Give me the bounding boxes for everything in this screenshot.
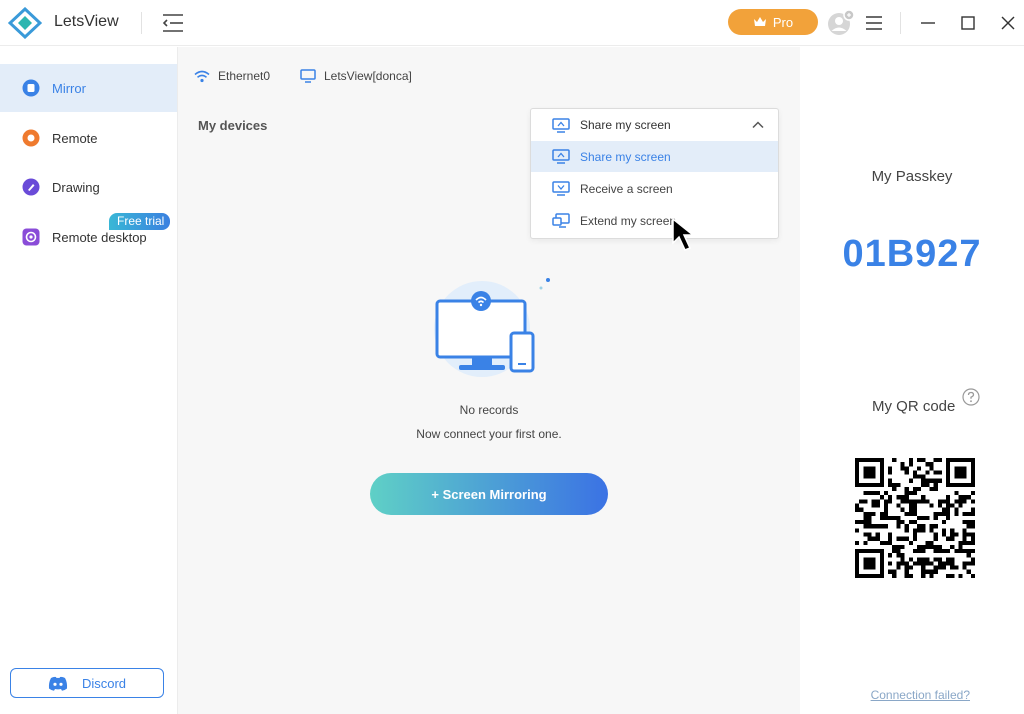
mirror-icon [22,79,40,97]
sidebar-item-label: Remote desktop [52,229,147,245]
dropdown-option-label: Share my screen [580,149,671,164]
monitor-icon [300,69,316,83]
share-screen-icon [552,149,570,164]
sidebar: Mirror Remote Drawing Remote desktop Fre… [0,47,178,714]
close-icon[interactable] [994,9,1022,37]
discord-button[interactable]: Discord [10,668,164,698]
empty-state-title: No records [459,403,519,417]
dropdown-selected-label: Share my screen [580,118,671,132]
screen-mirroring-button[interactable]: + Screen Mirroring [370,473,608,515]
sidebar-item-label: Remote [52,130,98,146]
dropdown-option-label: Extend my screen [580,213,677,228]
passkey-title: My Passkey [871,168,953,185]
remote-icon [22,129,40,147]
passkey-value: 01B927 [842,233,982,275]
window-controls-divider [900,12,901,34]
dropdown-option-share[interactable]: Share my screen [531,141,778,172]
main-area: Ethernet0 LetsView[donca] My devices Sha… [178,47,800,714]
wifi-icon [194,70,210,82]
dropdown-selected[interactable]: Share my screen [531,109,778,141]
help-icon[interactable] [962,388,980,406]
sidebar-item-label: Drawing [52,179,100,195]
collapse-sidebar-icon[interactable] [160,11,186,35]
pro-button[interactable]: Pro [728,9,818,35]
user-avatar-icon[interactable] [826,9,856,37]
sidebar-item-label: Mirror [52,80,86,96]
menu-icon[interactable] [862,11,886,35]
qr-code [855,458,975,578]
title-bar: LetsView Pro [0,0,1024,46]
maximize-icon[interactable] [954,9,982,37]
connection-failed-link[interactable]: Connection failed? [800,688,1024,702]
crown-icon [753,17,766,26]
dropdown-option-extend[interactable]: Extend my screen [531,205,778,236]
app-title: LetsView [54,13,119,30]
extend-screen-icon [552,213,570,228]
pro-label: Pro [772,14,794,30]
section-title: My devices [198,118,268,133]
right-panel: My Passkey 01B927 My QR code Connection … [800,47,1024,714]
remote-desktop-icon [22,228,40,246]
free-trial-badge: Free trial [109,213,171,230]
discord-label: Discord [81,675,127,691]
chevron-up-icon[interactable] [752,120,764,130]
receive-screen-icon [552,181,570,196]
network-status: Ethernet0 [194,69,270,83]
sidebar-item-drawing[interactable]: Drawing [0,163,177,211]
sidebar-item-remote[interactable]: Remote [0,114,177,162]
network-name: Ethernet0 [218,69,271,83]
qr-code-title: My QR code [872,398,956,415]
drawing-icon [22,178,40,196]
sidebar-item-mirror[interactable]: Mirror [0,64,177,112]
title-divider [141,12,142,34]
screen-mode-dropdown: Share my screen Share my screen Receive … [530,108,779,239]
device-name: LetsView[donca] [324,69,412,83]
minimize-icon[interactable] [914,9,942,37]
letsview-logo-icon [8,7,42,39]
dropdown-option-receive[interactable]: Receive a screen [531,173,778,204]
share-screen-icon [552,117,570,133]
empty-state-subtitle: Now connect your first one. [416,427,562,441]
discord-icon [48,676,68,691]
dropdown-option-label: Receive a screen [580,181,673,196]
no-devices-illustration [434,278,550,377]
device-status: LetsView[donca] [300,69,412,83]
